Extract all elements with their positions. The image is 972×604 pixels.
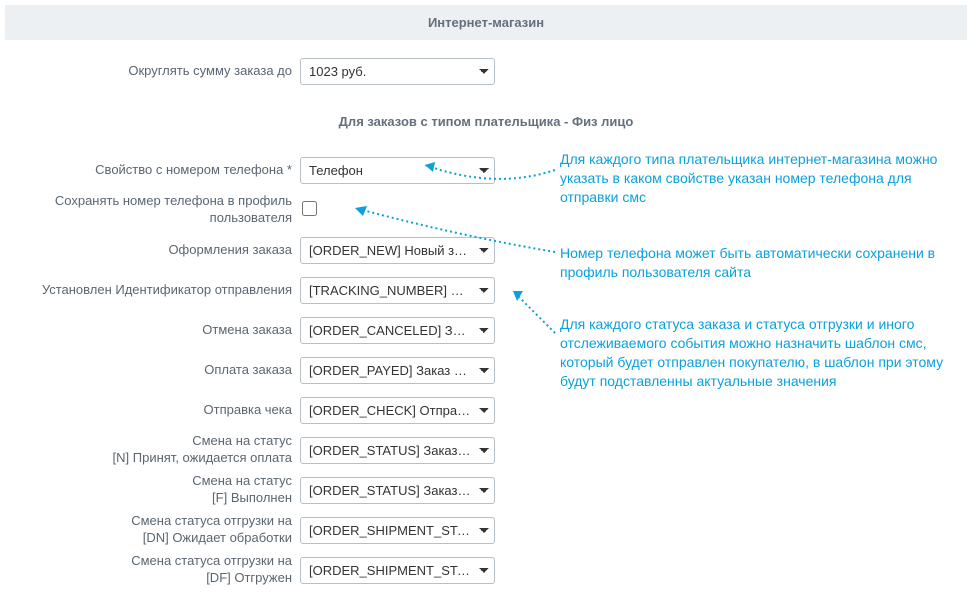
select-phone-prop[interactable]: Телефон [300, 157, 495, 184]
label-status-n: Смена на статус [N] Принят, ожидается оп… [0, 433, 300, 467]
annotation-phone-property: Для каждого типа плательщика интернет-ма… [560, 150, 960, 207]
label-cancel: Отмена заказа [0, 322, 300, 339]
select-order-new[interactable]: [ORDER_NEW] Новый зака [300, 237, 495, 264]
label-rounding: Округлять сумму заказа до [0, 63, 300, 80]
select-ship-df[interactable]: [ORDER_SHIPMENT_STATU [300, 557, 495, 584]
label-order-new: Оформления заказа [0, 242, 300, 259]
select-cancel[interactable]: [ORDER_CANCELED] Зака [300, 317, 495, 344]
select-tracking[interactable]: [TRACKING_NUMBER] Доба [300, 277, 495, 304]
label-check: Отправка чека [0, 402, 300, 419]
annotation-save-phone: Номер телефона может быть автоматически … [560, 244, 960, 282]
select-status-f[interactable]: [ORDER_STATUS] Заказ - с [300, 477, 495, 504]
annotation-status-templates: Для каждого статуса заказа и статуса отг… [560, 315, 960, 391]
label-tracking: Установлен Идентификатор отправления [0, 282, 300, 299]
section-header-shop: Интернет-магазин [5, 5, 967, 40]
label-ship-dn: Смена статуса отгрузки на [DN] Ожидает о… [0, 513, 300, 547]
label-phone-prop: Свойство с номером телефона * [0, 162, 300, 179]
label-status-f: Смена на статус [F] Выполнен [0, 473, 300, 507]
checkbox-save-phone[interactable] [302, 201, 317, 216]
label-ship-df: Смена статуса отгрузки на [DF] Отгружен [0, 553, 300, 587]
label-save-phone: Сохранять номер телефона в профиль польз… [0, 193, 300, 227]
select-pay[interactable]: [ORDER_PAYED] Заказ опл [300, 357, 495, 384]
select-rounding[interactable]: 1023 руб. [300, 58, 495, 85]
select-status-n[interactable]: [ORDER_STATUS] Заказ - с [300, 437, 495, 464]
select-ship-dn[interactable]: [ORDER_SHIPMENT_STATU [300, 517, 495, 544]
sub-header-payer-type: Для заказов с типом плательщика - Физ ли… [5, 102, 967, 139]
select-check[interactable]: [ORDER_CHECK] Отправка [300, 397, 495, 424]
label-pay: Оплата заказа [0, 362, 300, 379]
